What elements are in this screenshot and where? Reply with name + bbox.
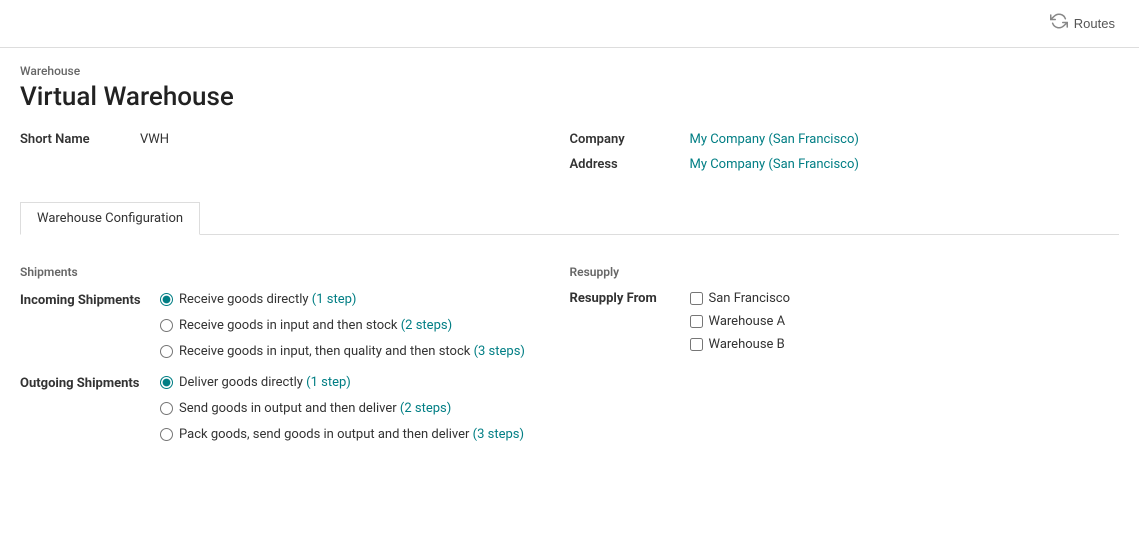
page-title: Virtual Warehouse [20, 82, 1119, 112]
resupply-option-1-label[interactable]: San Francisco [709, 291, 791, 306]
resupply-option-3-label[interactable]: Warehouse B [709, 337, 785, 352]
resupply-option-2-label[interactable]: Warehouse A [709, 314, 786, 329]
resupply-from-label: Resupply From [570, 291, 690, 306]
outgoing-option-1-text: Deliver goods directly [179, 375, 306, 390]
outgoing-option-2-link: (2 steps) [400, 401, 451, 416]
resupply-checkbox-3[interactable] [690, 338, 703, 351]
tab-content: Shipments Incoming Shipments Receive goo… [20, 255, 1119, 466]
tab-warehouse-config[interactable]: Warehouse Configuration [20, 202, 200, 235]
tabs: Warehouse Configuration [20, 202, 1119, 235]
incoming-option-1-label[interactable]: Receive goods directly (1 step) [179, 291, 356, 309]
routes-button[interactable]: Routes [1042, 8, 1123, 39]
outgoing-option-3-link: (3 steps) [473, 427, 524, 442]
incoming-option-3[interactable]: Receive goods in input, then quality and… [160, 343, 525, 361]
incoming-option-3-label[interactable]: Receive goods in input, then quality and… [179, 343, 525, 361]
resupply-header: Resupply [570, 265, 1120, 279]
shipments-header: Shipments [20, 265, 570, 279]
short-name-label: Short Name [20, 132, 140, 147]
outgoing-option-2[interactable]: Send goods in output and then deliver (2… [160, 400, 524, 418]
incoming-option-1-text: Receive goods directly [179, 292, 312, 307]
outgoing-option-3[interactable]: Pack goods, send goods in output and the… [160, 426, 524, 444]
resupply-option-2[interactable]: Warehouse A [690, 314, 791, 329]
company-value[interactable]: My Company (San Francisco) [690, 132, 859, 147]
config-layout: Shipments Incoming Shipments Receive goo… [20, 265, 1119, 456]
incoming-option-2-link: (2 steps) [401, 318, 452, 333]
short-name-field: Short Name VWH [20, 132, 570, 147]
outgoing-option-1-label[interactable]: Deliver goods directly (1 step) [179, 374, 351, 392]
resupply-option-3[interactable]: Warehouse B [690, 337, 791, 352]
outgoing-option-3-text: Pack goods, send goods in output and the… [179, 427, 473, 442]
incoming-option-3-text: Receive goods in input, then quality and… [179, 344, 474, 359]
fields-row: Short Name VWH Company My Company (San F… [20, 132, 1119, 182]
company-label: Company [570, 132, 690, 147]
outgoing-option-1[interactable]: Deliver goods directly (1 step) [160, 374, 524, 392]
resupply-from-row: Resupply From San Francisco Warehouse A [570, 291, 1120, 352]
outgoing-shipments-row: Outgoing Shipments Deliver goods directl… [20, 374, 570, 445]
main-content: Warehouse Virtual Warehouse Short Name V… [0, 48, 1139, 482]
incoming-option-2[interactable]: Receive goods in input and then stock (2… [160, 317, 525, 335]
breadcrumb: Warehouse [20, 64, 1119, 78]
incoming-shipments-row: Incoming Shipments Receive goods directl… [20, 291, 570, 362]
resupply-option-3-text: Warehouse B [709, 337, 785, 352]
config-right: Resupply Resupply From San Francisco [570, 265, 1120, 456]
company-field: Company My Company (San Francisco) [570, 132, 1120, 147]
top-bar: Routes [0, 0, 1139, 48]
fields-right: Company My Company (San Francisco) Addre… [570, 132, 1120, 182]
incoming-options: Receive goods directly (1 step) Receive … [160, 291, 525, 362]
outgoing-radio-2[interactable] [160, 402, 173, 415]
resupply-checkbox-2[interactable] [690, 315, 703, 328]
outgoing-shipments-label: Outgoing Shipments [20, 374, 160, 391]
incoming-shipments-label: Incoming Shipments [20, 291, 160, 308]
incoming-option-1[interactable]: Receive goods directly (1 step) [160, 291, 525, 309]
outgoing-option-3-label[interactable]: Pack goods, send goods in output and the… [179, 426, 524, 444]
routes-label: Routes [1074, 16, 1115, 31]
outgoing-radio-1[interactable] [160, 376, 173, 389]
incoming-option-2-label[interactable]: Receive goods in input and then stock (2… [179, 317, 452, 335]
incoming-option-3-link: (3 steps) [474, 344, 525, 359]
tab-warehouse-config-label: Warehouse Configuration [37, 211, 183, 226]
incoming-option-2-text: Receive goods in input and then stock [179, 318, 401, 333]
outgoing-options: Deliver goods directly (1 step) Send goo… [160, 374, 524, 445]
fields-left: Short Name VWH [20, 132, 570, 182]
address-label: Address [570, 157, 690, 172]
resupply-option-1-text: San Francisco [709, 291, 791, 306]
outgoing-option-2-label[interactable]: Send goods in output and then deliver (2… [179, 400, 451, 418]
resupply-checkbox-1[interactable] [690, 292, 703, 305]
incoming-radio-1[interactable] [160, 293, 173, 306]
incoming-radio-2[interactable] [160, 319, 173, 332]
outgoing-option-2-text: Send goods in output and then deliver [179, 401, 400, 416]
incoming-option-1-link: (1 step) [312, 292, 357, 307]
address-value[interactable]: My Company (San Francisco) [690, 157, 859, 172]
short-name-value: VWH [140, 132, 169, 147]
incoming-radio-3[interactable] [160, 345, 173, 358]
address-field: Address My Company (San Francisco) [570, 157, 1120, 172]
resupply-option-2-text: Warehouse A [709, 314, 786, 329]
config-left: Shipments Incoming Shipments Receive goo… [20, 265, 570, 456]
resupply-option-1[interactable]: San Francisco [690, 291, 791, 306]
outgoing-option-1-link: (1 step) [306, 375, 351, 390]
resupply-checkboxes: San Francisco Warehouse A [690, 291, 791, 352]
routes-icon [1050, 12, 1068, 35]
outgoing-radio-3[interactable] [160, 428, 173, 441]
